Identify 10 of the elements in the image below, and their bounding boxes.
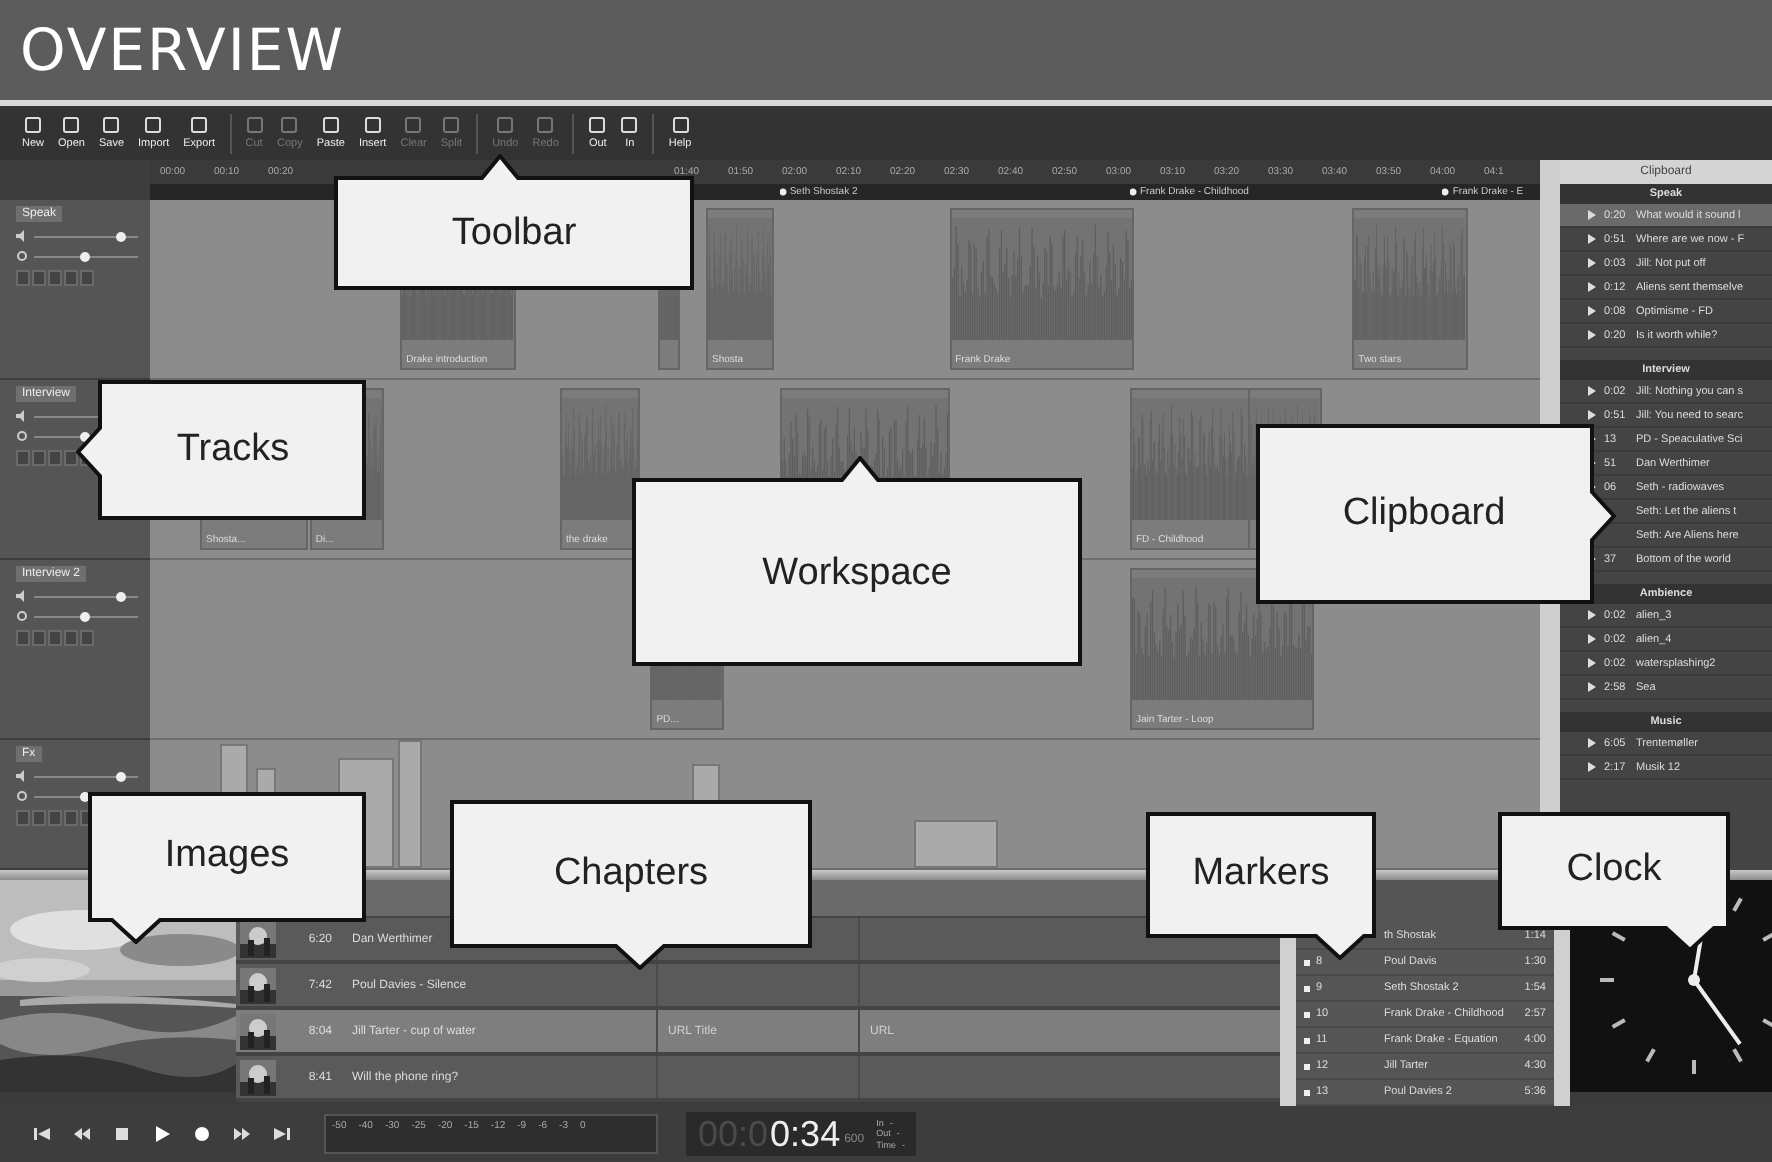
callout-label: Tracks: [176, 428, 290, 472]
callout-label: Clock: [1566, 848, 1662, 892]
callout-label: Workspace: [762, 551, 952, 595]
callout-label: Chapters: [553, 851, 709, 895]
page-title: OVERVIEW: [20, 16, 345, 84]
callout-label: Images: [164, 834, 290, 878]
callout-label: Toolbar: [451, 212, 577, 256]
clock-time: 0:34: [770, 1113, 841, 1155]
callout-label: Markers: [1192, 852, 1330, 896]
callout-label: Clipboard: [1342, 492, 1506, 536]
